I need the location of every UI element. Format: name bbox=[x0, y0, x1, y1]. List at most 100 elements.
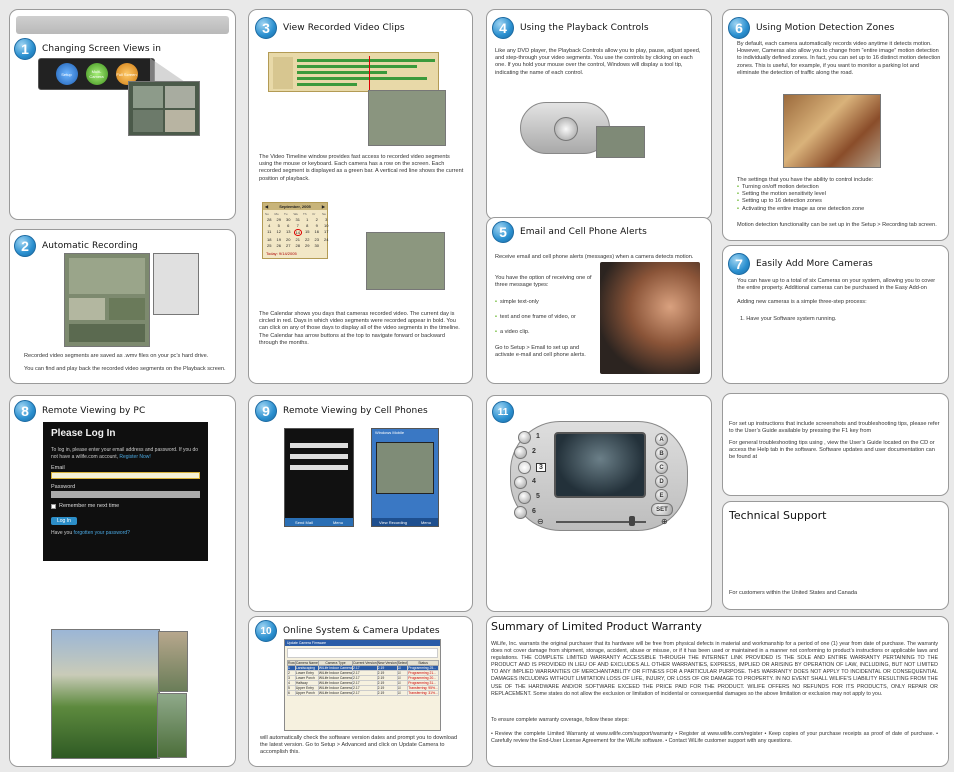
remote-d-button[interactable]: D bbox=[655, 475, 668, 488]
calendar-day[interactable]: 30 bbox=[284, 217, 293, 222]
calendar-weekday: Tu bbox=[284, 212, 288, 216]
remember-checkbox[interactable] bbox=[51, 503, 56, 509]
step-title: View Recorded Video Clips bbox=[283, 23, 405, 33]
calendar-day[interactable]: 28 bbox=[265, 217, 274, 222]
calendar-day[interactable]: 30 bbox=[313, 243, 322, 248]
calendar-day[interactable]: 20 bbox=[284, 237, 293, 242]
calendar-day[interactable]: 1 bbox=[303, 217, 312, 222]
table-cell: Upper Porch bbox=[294, 690, 319, 696]
camera-select-button[interactable] bbox=[514, 446, 527, 459]
camera-select-button[interactable] bbox=[518, 461, 531, 474]
calendar-day[interactable]: 4 bbox=[265, 223, 274, 228]
calendar-day[interactable]: 15 bbox=[303, 229, 312, 236]
remote-slider-handle[interactable] bbox=[629, 516, 635, 526]
remote-c-button[interactable]: C bbox=[655, 461, 668, 474]
calendar-day[interactable]: 6 bbox=[284, 223, 293, 228]
calendar-day[interactable]: 18 bbox=[265, 237, 274, 242]
phone-screen-login: Send Mail Menu bbox=[284, 428, 354, 527]
zoom-in-icon[interactable]: ⊕ bbox=[661, 517, 668, 526]
multi-camera-round-button[interactable]: Multi-Camera bbox=[85, 63, 108, 85]
calendar-day[interactable]: 29 bbox=[275, 217, 284, 222]
calendar-next-arrow[interactable]: ▶ bbox=[322, 204, 325, 209]
email-field[interactable] bbox=[51, 472, 200, 479]
motion-setting-item: • Setting the motion sensitivity level bbox=[737, 191, 826, 198]
table-row[interactable]: 6 Upper Porch WiLife Indoor Camera 2.17 2.19… bbox=[287, 690, 439, 696]
video-timeline-window[interactable] bbox=[268, 52, 439, 92]
setup-round-button[interactable]: Setup bbox=[55, 63, 78, 85]
calendar-day[interactable]: 24 bbox=[322, 237, 331, 242]
remote-e-button[interactable]: E bbox=[655, 489, 668, 502]
step-7-header: 7 Easily Add More Cameras bbox=[728, 253, 873, 275]
calendar-day[interactable]: 12 bbox=[275, 229, 284, 236]
calendar-day[interactable]: 3 bbox=[322, 217, 331, 222]
step-number-badge: 9 bbox=[255, 400, 277, 422]
remote-a-button[interactable]: A bbox=[655, 433, 668, 446]
step-title: Remote Viewing by Cell Phones bbox=[283, 406, 428, 416]
camera-select-button[interactable] bbox=[514, 506, 527, 519]
calendar-day[interactable]: 29 bbox=[303, 243, 312, 248]
phone-view-recording[interactable]: View Recording bbox=[379, 520, 407, 525]
password-label: Password bbox=[51, 484, 76, 490]
camera-select-button[interactable] bbox=[518, 491, 531, 504]
phone-menu-send-mail[interactable]: Send Mail bbox=[295, 520, 313, 525]
zoom-out-icon[interactable]: ⊖ bbox=[537, 517, 544, 526]
support-text-2: For general troubleshooting tips using ,… bbox=[729, 440, 935, 461]
remember-row: Remember me next time bbox=[51, 503, 200, 509]
calendar-day[interactable]: 26 bbox=[275, 243, 284, 248]
step-6-header: 6 Using Motion Detection Zones bbox=[728, 17, 894, 39]
calendar-day[interactable]: 7 bbox=[294, 223, 303, 228]
warranty-heading: Summary of Limited Product Warranty bbox=[491, 620, 702, 633]
calendar-day[interactable]: 21 bbox=[294, 237, 303, 242]
calendar-today-label[interactable]: Today: 9/14/2005 bbox=[266, 251, 297, 256]
calendar-widget[interactable]: ◀ September, 2005 ▶ Su Mo Tu We Th Fr Sa 28 29 30… bbox=[262, 202, 328, 259]
step-number-badge: 10 bbox=[255, 620, 277, 642]
phone-menu[interactable]: Menu bbox=[333, 520, 343, 525]
calendar-day[interactable]: 9 bbox=[313, 223, 322, 228]
calendar-day[interactable]: 13 bbox=[284, 229, 293, 236]
table-cell: WiLife Indoor Camera bbox=[317, 670, 354, 676]
calendar-month: September, 2005 bbox=[279, 204, 311, 209]
alerts-intro: Receive email and cell phone alerts (mes… bbox=[495, 254, 694, 260]
password-field[interactable] bbox=[51, 491, 200, 498]
calendar-day[interactable]: 23 bbox=[313, 237, 322, 242]
play-pause-icon[interactable] bbox=[554, 117, 578, 141]
forgot-password-link[interactable]: forgotten your password? bbox=[74, 530, 130, 536]
motion-setup-note: Motion detection functionality can be se… bbox=[737, 222, 937, 228]
calendar-day[interactable]: 31 bbox=[294, 217, 303, 222]
calendar-context-screenshot bbox=[366, 232, 445, 290]
calendar-day[interactable]: 27 bbox=[284, 243, 293, 248]
calendar-day[interactable]: 14 bbox=[293, 229, 302, 236]
phone-menu-2[interactable]: Menu bbox=[421, 520, 431, 525]
register-link[interactable]: Register Now! bbox=[119, 454, 150, 460]
calendar-day[interactable]: 25 bbox=[265, 243, 274, 248]
calendar-day[interactable]: 28 bbox=[294, 243, 303, 248]
calendar-day[interactable]: 2 bbox=[313, 217, 322, 222]
step-number-badge: 4 bbox=[492, 17, 514, 39]
camera-number-label: 6 bbox=[532, 508, 536, 515]
step-title: Using Motion Detection Zones bbox=[756, 23, 895, 33]
table-header: New Version bbox=[376, 660, 398, 666]
calendar-day[interactable]: 8 bbox=[303, 223, 312, 228]
remote-set-button[interactable]: SET bbox=[651, 503, 673, 516]
select-checkbox[interactable]: ☑ bbox=[396, 690, 409, 696]
calendar-day[interactable]: 19 bbox=[275, 237, 284, 242]
login-button[interactable]: Log In bbox=[51, 517, 77, 525]
calendar-day bbox=[322, 243, 331, 248]
calendar-day[interactable]: 10 bbox=[322, 223, 331, 228]
calendar-prev-arrow[interactable]: ◀ bbox=[265, 204, 268, 209]
table-cell: 6 bbox=[287, 690, 296, 696]
calendar-day[interactable]: 22 bbox=[303, 237, 312, 242]
table-cell: WiLife Indoor Camera bbox=[317, 665, 354, 671]
camera-select-button[interactable] bbox=[518, 431, 531, 444]
table-header: Current Version bbox=[352, 660, 378, 666]
remote-b-button[interactable]: B bbox=[655, 447, 668, 460]
panel-remote-viewing-phones bbox=[248, 395, 473, 612]
updates-description: will automatically check the software ve… bbox=[260, 735, 458, 756]
motion-detection-description: By default, each camera automatically re… bbox=[737, 41, 941, 76]
calendar-day[interactable]: 16 bbox=[313, 229, 322, 236]
calendar-day[interactable]: 5 bbox=[275, 223, 284, 228]
calendar-day[interactable]: 11 bbox=[265, 229, 274, 236]
camera-select-button[interactable] bbox=[514, 476, 527, 489]
calendar-day[interactable]: 17 bbox=[322, 229, 331, 236]
step-title: Email and Cell Phone Alerts bbox=[520, 227, 647, 237]
